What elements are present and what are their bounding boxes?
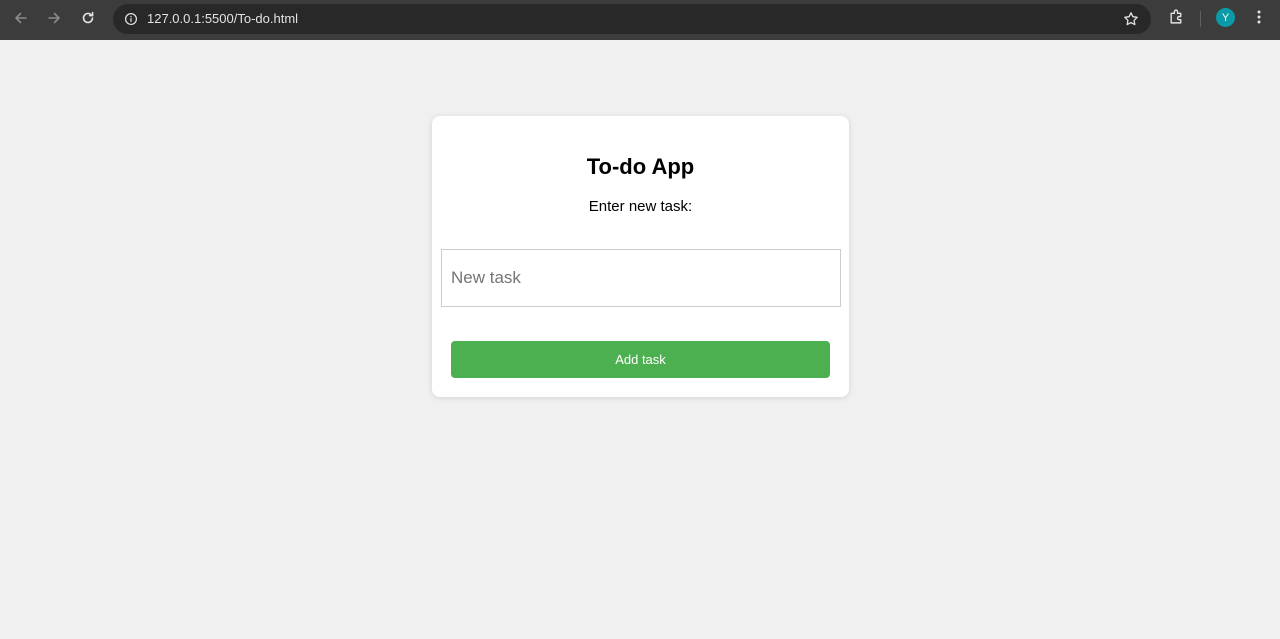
back-button[interactable] [7,6,35,34]
puzzle-icon [1168,8,1185,30]
extensions-button[interactable] [1163,6,1189,32]
kebab-menu-icon [1257,9,1261,30]
reload-icon [80,10,96,31]
info-icon[interactable] [121,9,141,29]
toolbar-divider [1200,11,1201,27]
profile-avatar[interactable]: Y [1216,8,1235,27]
arrow-left-icon [13,10,29,31]
new-task-label: Enter new task: [588,198,693,215]
browser-toolbar: 127.0.0.1:5500/To-do.html Y [0,0,1280,40]
arrow-right-icon [46,10,62,31]
page-title: To-do App [586,154,695,179]
reload-button[interactable] [74,6,102,34]
url-text[interactable]: 127.0.0.1:5500/To-do.html [147,11,298,26]
browser-menu-button[interactable] [1248,6,1270,32]
star-icon[interactable] [1121,9,1141,29]
address-bar[interactable]: 127.0.0.1:5500/To-do.html [113,4,1151,34]
add-task-button[interactable]: Add task [451,341,830,378]
new-task-input[interactable] [441,249,841,307]
forward-button[interactable] [40,6,68,34]
